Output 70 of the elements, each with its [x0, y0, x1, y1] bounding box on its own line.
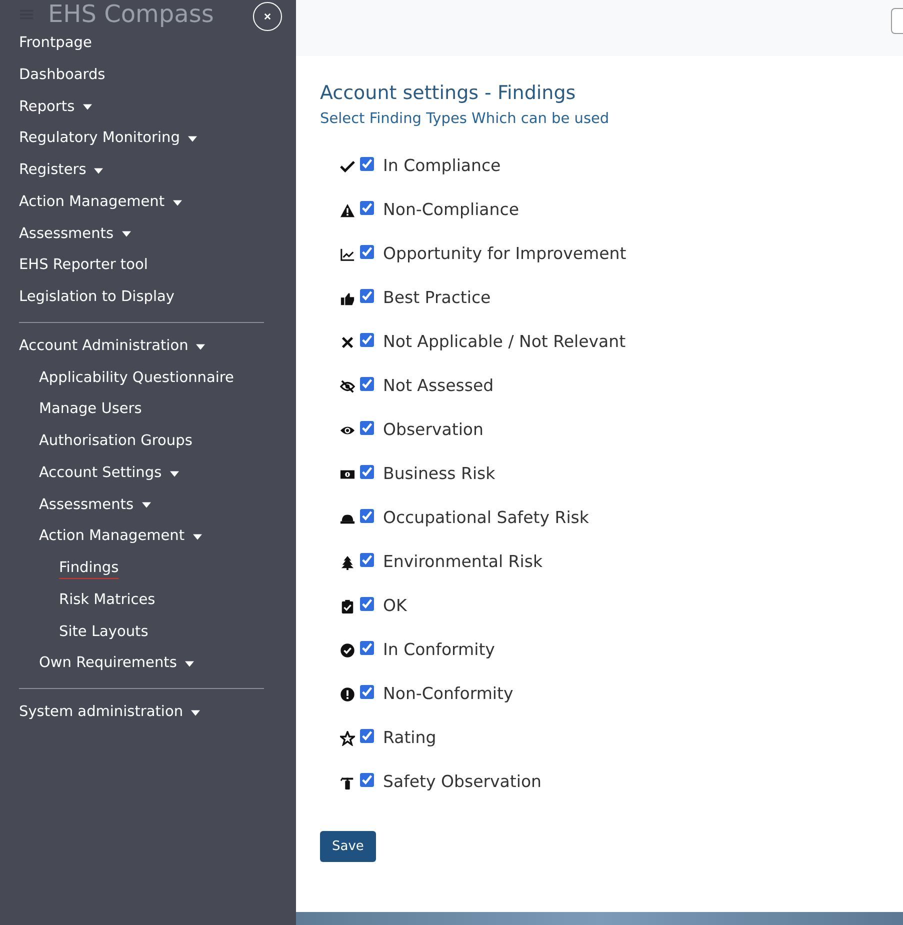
finding-type-label: Not Applicable / Not Relevant	[383, 331, 626, 354]
finding-type-label: Rating	[383, 727, 436, 750]
nav-link[interactable]: EHS Reporter tool	[19, 250, 148, 282]
finding-type-label: Observation	[383, 419, 484, 442]
nav-link[interactable]: Own Requirements	[39, 648, 194, 680]
chart-icon	[340, 247, 355, 262]
checkbox[interactable]	[360, 376, 374, 391]
search-field[interactable]	[891, 8, 903, 34]
tree-icon	[340, 555, 355, 570]
finding-type-label: Not Assessed	[383, 375, 494, 398]
nav-link[interactable]: Registers	[19, 155, 104, 187]
finding-type-label: Best Practice	[383, 287, 491, 310]
checkbox[interactable]	[360, 728, 374, 743]
nav-link[interactable]: Reports	[19, 92, 92, 124]
checkbox[interactable]	[360, 684, 374, 699]
nav-link[interactable]: Frontpage	[19, 28, 92, 60]
finding-type-label: Environmental Risk	[383, 551, 542, 574]
page-subtitle: Select Finding Types Which can be used	[320, 110, 610, 129]
checkbox[interactable]	[360, 464, 374, 479]
finding-type-label: Non-Compliance	[383, 199, 519, 222]
thumbs-up-icon	[340, 291, 355, 306]
nav-link[interactable]: Legislation to Display	[19, 282, 174, 314]
finding-type-label: Business Risk	[383, 463, 496, 486]
nav-link[interactable]: System administration	[19, 697, 200, 729]
page-title: Account settings - Findings	[320, 82, 577, 105]
exclamation-circle-icon	[340, 687, 355, 702]
checkbox[interactable]	[360, 596, 374, 611]
check-icon	[340, 159, 355, 174]
eye-slash-icon	[340, 379, 355, 394]
check-circle-icon	[340, 643, 355, 658]
checkbox[interactable]	[360, 244, 374, 259]
finding-type-label: Non-Conformity	[383, 683, 514, 706]
nav-link[interactable]: Account Settings	[39, 458, 179, 490]
cross-icon	[340, 335, 355, 350]
star-icon	[340, 731, 355, 746]
finding-type-label: OK	[383, 595, 407, 618]
nav-link[interactable]: Account Administration	[19, 330, 206, 362]
finding-type-label: In Conformity	[383, 639, 495, 662]
checkbox[interactable]	[360, 200, 374, 215]
checkbox[interactable]	[360, 640, 374, 655]
fire-extinguisher-icon	[340, 775, 355, 790]
nav-link[interactable]: Site Layouts	[59, 616, 148, 648]
clipboard-check-icon	[340, 599, 355, 614]
nav-link[interactable]: Manage Users	[39, 394, 142, 426]
app-title: EHS Compass	[48, 0, 214, 28]
nav-link[interactable]: Assessments	[19, 218, 131, 250]
nav-link[interactable]: Action Management	[19, 186, 182, 218]
nav-link[interactable]: Action Management	[39, 521, 202, 553]
checkbox[interactable]	[360, 420, 374, 435]
finding-type-label: Opportunity for Improvement	[383, 243, 626, 266]
close-icon	[264, 13, 271, 20]
nav-link[interactable]: Dashboards	[19, 60, 106, 92]
nav-link[interactable]: Authorisation Groups	[39, 426, 192, 458]
checkbox[interactable]	[360, 552, 374, 567]
nav-link[interactable]: Risk Matrices	[59, 584, 156, 616]
nav-link[interactable]: Assessments	[39, 490, 151, 522]
checkbox[interactable]	[360, 288, 374, 303]
finding-type-label: Occupational Safety Risk	[383, 507, 589, 530]
nav-link[interactable]: Findings	[59, 553, 119, 585]
close-button[interactable]	[253, 2, 282, 31]
save-button[interactable]: Save	[320, 830, 376, 862]
nav-link[interactable]: Regulatory Monitoring	[19, 123, 197, 155]
warning-icon	[340, 203, 355, 218]
checkbox[interactable]	[360, 156, 374, 171]
finding-type-label: Safety Observation	[383, 771, 542, 794]
finding-type-label: In Compliance	[383, 155, 501, 178]
checkbox[interactable]	[360, 508, 374, 523]
checkbox[interactable]	[360, 772, 374, 787]
nav-link[interactable]: Applicability Questionnaire	[39, 362, 234, 394]
checkbox[interactable]	[360, 332, 374, 347]
